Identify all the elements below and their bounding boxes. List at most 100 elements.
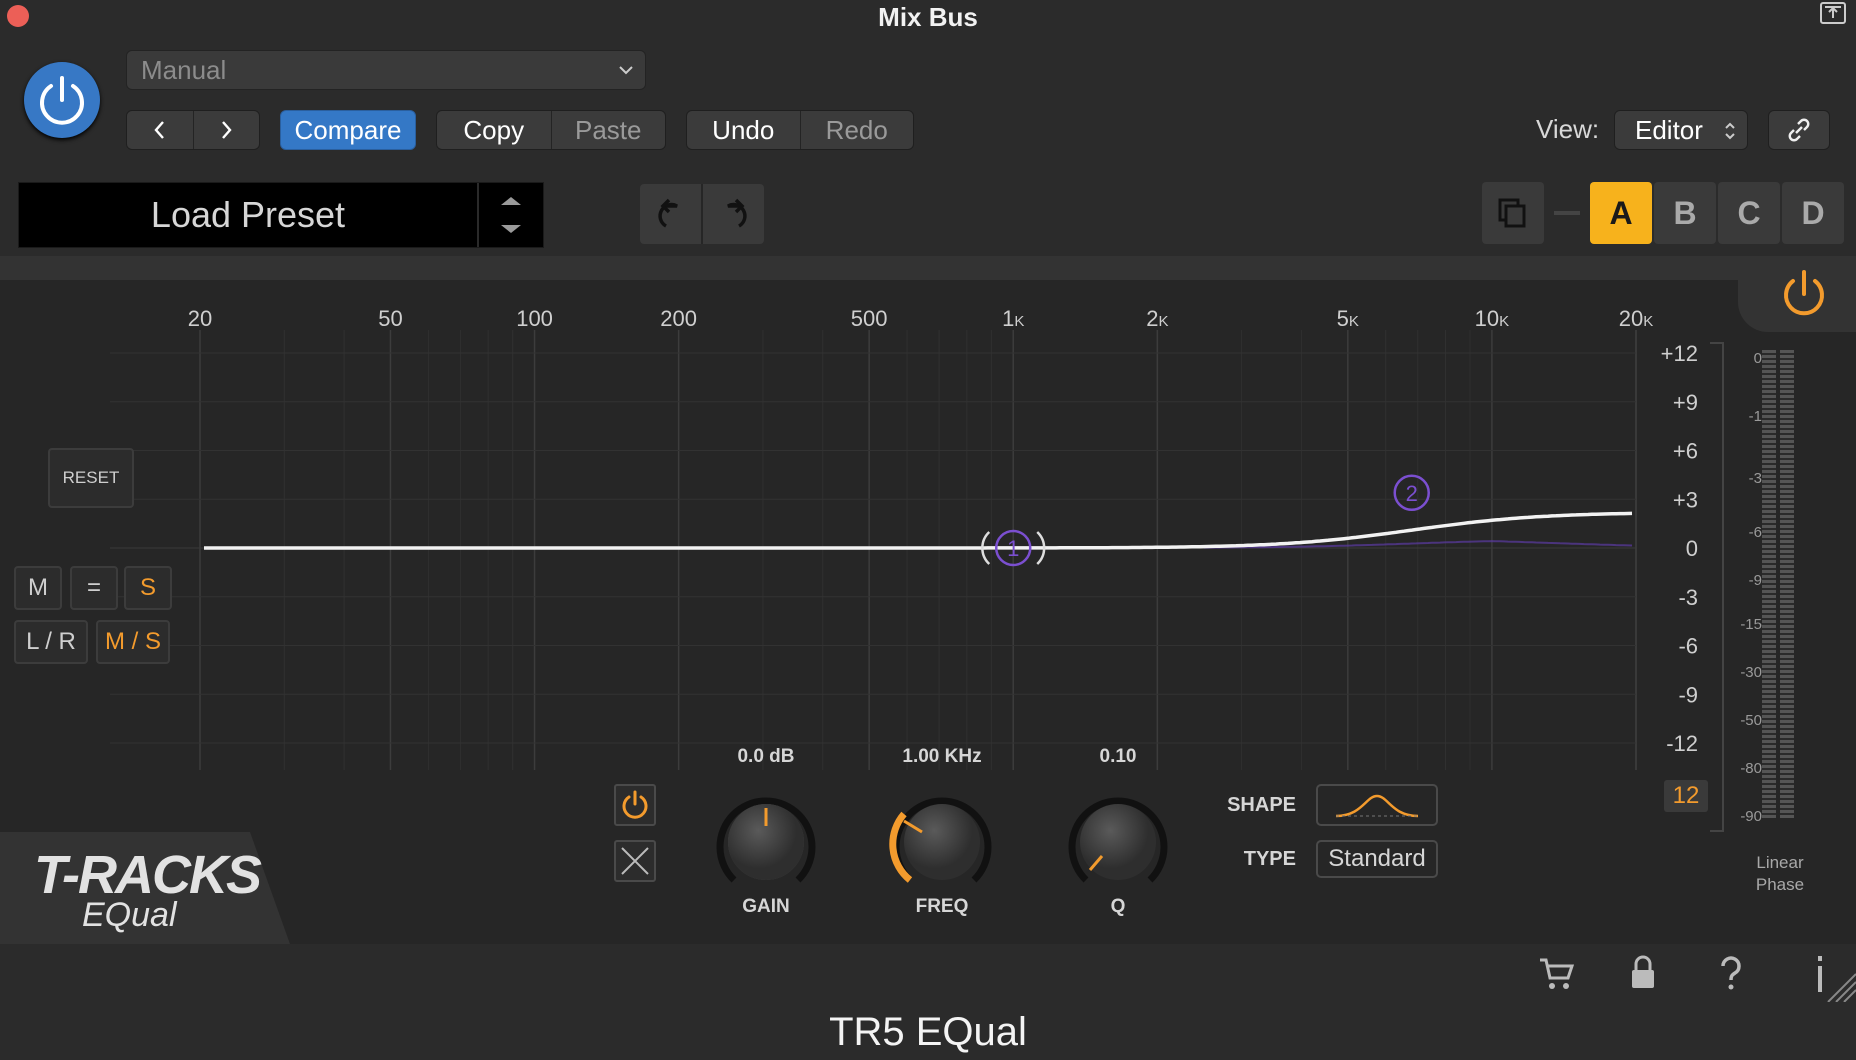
preset-select-value: Manual — [141, 54, 227, 85]
load-preset-label: Load Preset — [150, 194, 346, 235]
undo-redo-group: Undo Redo — [686, 110, 914, 150]
band-number: 2 — [1406, 481, 1418, 506]
freq-label: 1K — [1002, 306, 1024, 331]
next-preset-button[interactable] — [192, 111, 260, 149]
freq-label: 500 — [851, 306, 888, 331]
undo-icon — [657, 198, 678, 228]
help-icon[interactable] — [1716, 954, 1746, 992]
plugin-undo-button[interactable] — [640, 184, 703, 244]
link-channels-button[interactable]: = — [70, 566, 118, 610]
range-value[interactable]: 12 — [1664, 780, 1708, 812]
freq-knob[interactable] — [880, 776, 1004, 900]
window-title: Mix Bus — [878, 2, 978, 32]
type-selector[interactable]: Standard — [1316, 840, 1438, 878]
q-knob[interactable] — [1056, 776, 1180, 900]
q-value: 0.10 — [1099, 746, 1137, 767]
brand-badge: T-RACKS EQual — [0, 832, 290, 944]
range-bracket — [1710, 342, 1724, 832]
redo-button[interactable]: Redo — [799, 111, 914, 149]
shape-selector[interactable] — [1316, 784, 1438, 826]
slot-b-button[interactable]: B — [1654, 182, 1716, 244]
power-icon — [40, 76, 84, 125]
window-titlebar: Mix Bus — [0, 0, 1856, 36]
freq-label: 20K — [1619, 306, 1654, 331]
band-2-handle[interactable]: 2 — [1393, 474, 1430, 511]
freq-label: 100 — [516, 306, 553, 331]
db-label: -6 — [1678, 634, 1698, 659]
power-icon — [622, 790, 648, 819]
freq-label: 200 — [660, 306, 697, 331]
meter-scale-label: -1 — [1748, 408, 1762, 425]
db-label: +12 — [1661, 341, 1698, 366]
freq-label: 20 — [188, 306, 212, 331]
ms-mode-button[interactable]: M / S — [96, 620, 170, 664]
q-label: Q — [1110, 896, 1126, 917]
db-label: +3 — [1673, 487, 1698, 512]
band-enable-button[interactable] — [614, 784, 656, 826]
eq-graph[interactable]: 20 50 100 200 500 1K 2K 5K 10K 20K +12 +9 +6 +3 0 -3 -6… — [0, 280, 1740, 780]
meter-scale-label: -50 — [1740, 712, 1762, 729]
host-footer: TR5 EQual — [0, 944, 1856, 1060]
preset-select[interactable]: Manual — [126, 50, 646, 90]
plugin-name-footer: TR5 EQual — [829, 1010, 1027, 1054]
freq-label: 50 — [378, 306, 402, 331]
side-button[interactable]: S — [124, 566, 172, 610]
linear-phase-line2: Phase — [1755, 875, 1805, 894]
slot-a-button[interactable]: A — [1590, 182, 1652, 244]
db-label: +6 — [1673, 439, 1698, 464]
freq-label: FREQ — [915, 896, 969, 917]
meter-scale-label: -15 — [1740, 616, 1762, 633]
meter-scale-label: -80 — [1740, 760, 1762, 777]
expand-window-icon[interactable] — [1820, 2, 1846, 24]
paste-button[interactable]: Paste — [550, 111, 666, 149]
type-label: TYPE — [1243, 848, 1296, 870]
band-number: 1 — [1007, 536, 1019, 561]
plugin-redo-button[interactable] — [703, 184, 764, 244]
reset-button[interactable]: RESET — [48, 448, 134, 508]
lock-icon[interactable] — [1628, 954, 1658, 992]
view-label: View: — [1536, 114, 1600, 144]
db-label: -12 — [1666, 731, 1698, 756]
mid-button[interactable]: M — [14, 566, 62, 610]
link-button[interactable] — [1768, 110, 1830, 150]
plugin-power-button[interactable] — [24, 62, 100, 138]
view-select[interactable]: Editor — [1614, 110, 1748, 150]
slot-separator — [1554, 211, 1580, 215]
linear-phase-line1: Linear — [1756, 853, 1804, 872]
meter-scale-label: -30 — [1740, 664, 1762, 681]
info-icon[interactable] — [1808, 954, 1856, 1002]
linear-phase-toggle[interactable]: Linear Phase — [1738, 852, 1822, 896]
chevron-right-icon — [222, 121, 232, 139]
link-icon — [1788, 118, 1810, 142]
gain-knob[interactable] — [704, 776, 828, 900]
db-label: -3 — [1678, 585, 1698, 610]
previous-preset-button[interactable] — [127, 111, 193, 149]
eq-power-button[interactable] — [1774, 264, 1834, 324]
slot-c-button[interactable]: C — [1718, 182, 1780, 244]
lr-mode-button[interactable]: L / R — [14, 620, 88, 664]
preset-up-arrow-icon[interactable] — [497, 193, 525, 209]
meter-scale-label: -3 — [1748, 470, 1762, 487]
close-icon — [621, 847, 649, 875]
slot-d-button[interactable]: D — [1782, 182, 1844, 244]
bell-shape-icon — [1335, 794, 1419, 818]
undo-redo-plugin-group — [640, 184, 764, 244]
duplicate-icon — [1498, 198, 1526, 228]
load-preset-display[interactable]: Load Preset — [18, 182, 544, 248]
meter-scale-label: -90 — [1740, 808, 1762, 825]
plugin-panel: 20 50 100 200 500 1K 2K 5K 10K 20K +12 +9 +6 +3 0 -3 -6… — [0, 256, 1856, 944]
copy-slot-button[interactable] — [1482, 182, 1544, 244]
band-delete-button[interactable] — [614, 840, 656, 882]
compare-button[interactable]: Compare — [280, 110, 416, 150]
shape-label: SHAPE — [1227, 794, 1296, 816]
preset-down-arrow-icon[interactable] — [497, 221, 525, 237]
meter-scale-label: -6 — [1748, 524, 1762, 541]
freq-label: 10K — [1475, 306, 1510, 331]
cart-icon[interactable] — [1538, 956, 1574, 992]
chevron-left-icon — [154, 121, 164, 139]
undo-button[interactable]: Undo — [687, 111, 800, 149]
redo-icon — [726, 198, 747, 228]
copy-button[interactable]: Copy — [437, 111, 551, 149]
view-select-value: Editor — [1635, 114, 1703, 145]
preset-nav — [126, 110, 260, 150]
